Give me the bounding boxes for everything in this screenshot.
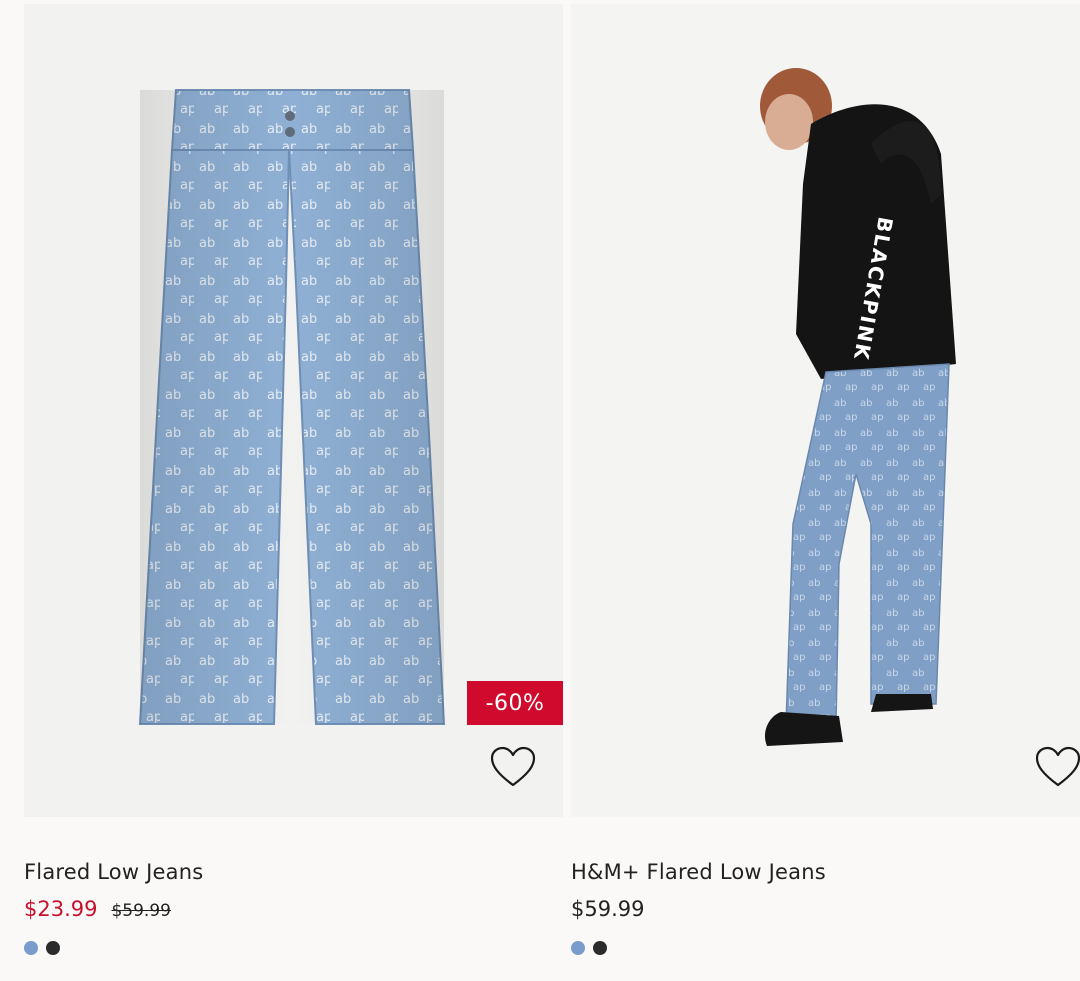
product-image[interactable]: ab ap BLACKPINK [571,4,1080,817]
add-to-favorites-button[interactable] [489,744,537,790]
price-row: $59.99 [571,897,644,921]
color-swatch-light-blue[interactable] [24,941,38,955]
model-wearing-jeans-image: ab ap BLACKPINK [571,4,1080,817]
product-grid: ab ap [0,0,1080,981]
product-title[interactable]: Flared Low Jeans [24,860,203,884]
heart-outline-icon [490,746,536,787]
sale-price: $23.99 [24,897,98,921]
color-swatches [24,941,60,955]
color-swatches [571,941,607,955]
product-card[interactable]: ab ap BLACKPINK [571,0,1080,955]
color-swatch-black[interactable] [593,941,607,955]
price: $59.99 [571,897,645,921]
product-card[interactable]: ab ap [24,0,563,955]
product-image[interactable]: ab ap [24,4,563,817]
heart-outline-icon [1035,746,1080,787]
product-title[interactable]: H&M+ Flared Low Jeans [571,860,826,884]
color-swatch-light-blue[interactable] [571,941,585,955]
price-row: $23.99 $59.99 [24,897,171,921]
original-price: $59.99 [111,901,171,921]
color-swatch-black[interactable] [46,941,60,955]
discount-badge: -60% [467,681,563,725]
add-to-favorites-button[interactable] [1034,744,1080,790]
